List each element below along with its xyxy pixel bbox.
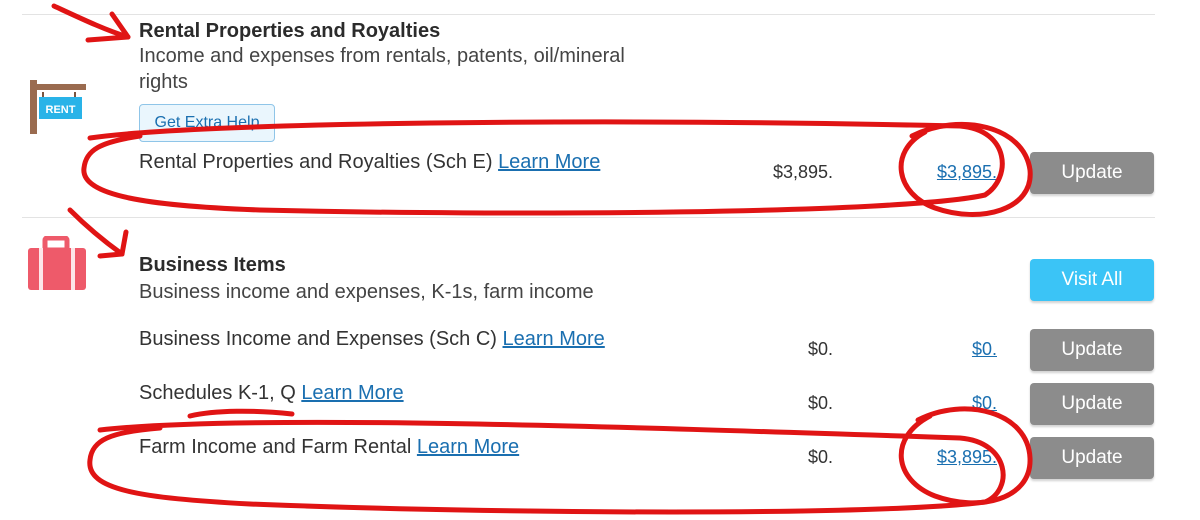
rental-section-title: Rental Properties and Royalties: [139, 20, 441, 42]
business-row-label: Schedules K-1, Q: [139, 382, 296, 404]
annotation-arrow-rental: [51, 3, 131, 40]
briefcase-icon: [26, 235, 88, 294]
k1-current-amount-link[interactable]: $0.: [877, 393, 997, 414]
business-row-label: Business Income and Expenses (Sch C): [139, 328, 497, 350]
top-divider: [22, 14, 1155, 15]
farm-learn-more-link[interactable]: Learn More: [417, 436, 519, 458]
rental-section-subtitle-line2: rights: [139, 71, 188, 93]
rental-prior-amount: $3,895.: [772, 162, 833, 182]
rental-current-amount-link[interactable]: $3,895.: [877, 162, 997, 183]
business-row-farm: Farm Income and Farm Rental Learn More: [139, 436, 519, 459]
rent-sign-icon: RENT: [26, 78, 88, 134]
business-row-k1: Schedules K-1, Q Learn More: [139, 382, 404, 405]
rental-section-subtitle-line1: Income and expenses from rentals, patent…: [139, 45, 625, 67]
k1-update-button[interactable]: Update: [1030, 383, 1154, 425]
sch-c-learn-more-link[interactable]: Learn More: [503, 328, 605, 350]
section-divider: [22, 217, 1155, 218]
annotation-arrowhead-business: [97, 229, 129, 259]
sch-c-prior-amount: $0.: [807, 339, 833, 359]
annotation-squiggle-k1: [187, 408, 295, 419]
business-section-subtitle: Business income and expenses, K-1s, farm…: [139, 281, 594, 303]
rental-update-button[interactable]: Update: [1030, 152, 1154, 194]
annotation-arrowhead-rental: [85, 11, 131, 43]
k1-learn-more-link[interactable]: Learn More: [301, 382, 403, 404]
farm-current-amount-link[interactable]: $3,895.: [877, 447, 997, 468]
sch-c-update-button[interactable]: Update: [1030, 329, 1154, 371]
rental-row-label: Rental Properties and Royalties (Sch E): [139, 151, 493, 173]
get-extra-help-button[interactable]: Get Extra Help: [139, 104, 275, 142]
visit-all-button[interactable]: Visit All: [1030, 259, 1154, 301]
business-row-sch-c: Business Income and Expenses (Sch C) Lea…: [139, 328, 605, 351]
rental-row: Rental Properties and Royalties (Sch E) …: [139, 151, 600, 174]
k1-prior-amount: $0.: [807, 393, 833, 413]
farm-prior-amount: $0.: [807, 447, 833, 467]
sch-c-current-amount-link[interactable]: $0.: [877, 339, 997, 360]
rent-sign-text: RENT: [46, 104, 76, 116]
business-row-label: Farm Income and Farm Rental: [139, 436, 412, 458]
farm-update-button[interactable]: Update: [1030, 437, 1154, 479]
business-section-title: Business Items: [139, 254, 286, 276]
rental-learn-more-link[interactable]: Learn More: [498, 151, 600, 173]
